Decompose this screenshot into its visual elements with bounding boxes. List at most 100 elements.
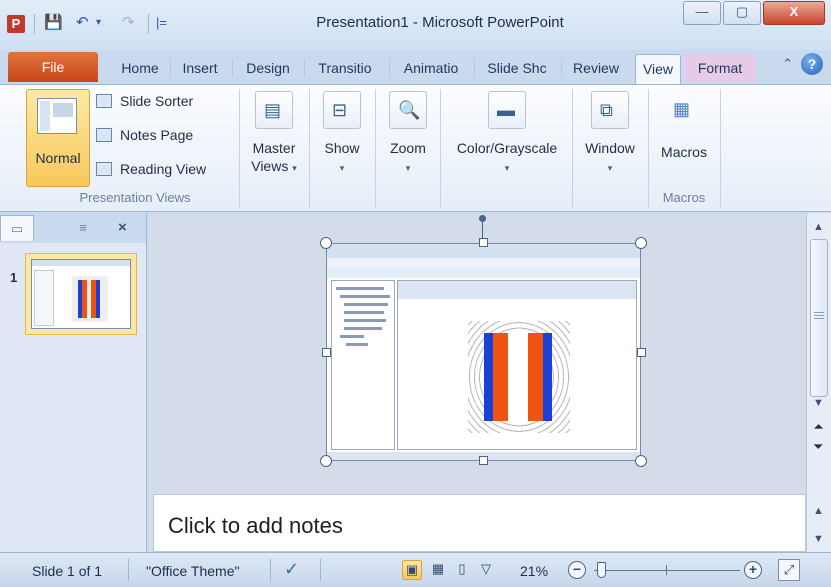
tab-transitions[interactable]: Transitio bbox=[308, 54, 382, 82]
fit-to-window-icon[interactable]: ⤢ bbox=[778, 559, 800, 581]
resize-handle[interactable] bbox=[320, 455, 332, 467]
status-separator bbox=[320, 559, 321, 581]
reading-view-icon bbox=[96, 162, 112, 176]
slide-count: Slide 1 of 1 bbox=[32, 563, 103, 579]
resize-handle[interactable] bbox=[479, 456, 488, 465]
master-views-icon: ▤ bbox=[255, 91, 293, 129]
reading-view-button[interactable]: Reading View bbox=[96, 161, 206, 183]
slide-show-icon[interactable]: ▽ bbox=[476, 560, 496, 580]
show-button[interactable]: ⊟ Show ▾ bbox=[314, 89, 370, 187]
notes-page-icon bbox=[96, 128, 112, 142]
tab-separator bbox=[232, 59, 233, 77]
show-icon: ⊟ bbox=[323, 91, 361, 129]
maximize-button[interactable]: ▢ bbox=[723, 1, 761, 25]
notes-scroll-up-icon[interactable]: ▲ bbox=[813, 505, 824, 517]
outline-tab-icon[interactable]: ≡ bbox=[66, 215, 100, 241]
master-views-button[interactable]: ▤ Master Views ▾ bbox=[244, 89, 304, 187]
slides-panel: ▭ ≡ × 1 bbox=[0, 213, 147, 552]
theme-name[interactable]: "Office Theme" bbox=[146, 563, 239, 579]
qat-separator bbox=[148, 14, 149, 34]
slide-picture[interactable] bbox=[326, 243, 641, 461]
tab-review[interactable]: Review bbox=[565, 54, 627, 82]
plot-bar-orange bbox=[528, 333, 543, 421]
customize-qat-icon[interactable]: |= bbox=[156, 15, 167, 30]
slide-editing-area[interactable] bbox=[148, 213, 806, 490]
tab-animations[interactable]: Animatio bbox=[393, 54, 469, 82]
reading-view-label: Reading View bbox=[120, 161, 207, 177]
zoom-in-button[interactable]: + bbox=[744, 561, 762, 579]
field-plot bbox=[468, 321, 570, 433]
resize-handle[interactable] bbox=[635, 237, 647, 249]
notes-page-button[interactable]: Notes Page bbox=[96, 127, 193, 149]
vertical-scrollbar[interactable]: ▲ ▼ ⏶ ⏷ ▲ ▼ bbox=[806, 213, 831, 552]
tab-insert[interactable]: Insert bbox=[173, 54, 227, 82]
powerpoint-icon[interactable]: P bbox=[7, 15, 25, 33]
normal-view-icon[interactable]: ▣ bbox=[402, 560, 422, 580]
resize-handle[interactable] bbox=[635, 455, 647, 467]
slide-sorter-button[interactable]: Slide Sorter bbox=[96, 93, 193, 115]
zoom-slider-thumb[interactable] bbox=[597, 562, 606, 578]
plot-bar-white bbox=[508, 333, 518, 421]
group-separator bbox=[440, 89, 441, 209]
status-bar: Slide 1 of 1 "Office Theme" ✓ ▣ ▦ ▯ ▽ 21… bbox=[0, 552, 831, 587]
tab-file[interactable]: File bbox=[8, 52, 98, 82]
window-button[interactable]: ⧉ Window ▾ bbox=[576, 89, 644, 187]
macros-icon: ▦ bbox=[673, 99, 691, 119]
tab-slide-show[interactable]: Slide Shc bbox=[478, 54, 556, 82]
plot-bar-white bbox=[518, 333, 528, 421]
save-icon[interactable]: 💾 bbox=[44, 13, 63, 31]
scroll-up-icon[interactable]: ▲ bbox=[813, 221, 824, 233]
slide-number: 1 bbox=[10, 270, 18, 285]
slide-thumbnail-image bbox=[31, 259, 131, 329]
notes-box[interactable]: Click to add notes bbox=[153, 494, 806, 552]
close-button[interactable]: X bbox=[763, 1, 825, 25]
tab-view[interactable]: View bbox=[635, 54, 681, 85]
tab-separator bbox=[170, 59, 171, 77]
group-separator bbox=[572, 89, 573, 209]
tab-design[interactable]: Design bbox=[237, 54, 299, 82]
tab-separator bbox=[304, 59, 305, 77]
notes-page-label: Notes Page bbox=[120, 127, 194, 143]
scroll-thumb[interactable] bbox=[810, 239, 828, 397]
zoom-slider-track[interactable] bbox=[594, 570, 740, 571]
spell-check-icon[interactable]: ✓ bbox=[284, 559, 299, 580]
color-grayscale-label: Color/Grayscale ▾ bbox=[456, 140, 558, 173]
next-slide-icon[interactable]: ⏷ bbox=[814, 441, 823, 454]
slide-thumbnail[interactable] bbox=[25, 253, 137, 335]
show-label: Show ▾ bbox=[324, 140, 360, 173]
resize-handle[interactable] bbox=[322, 348, 331, 357]
slide-sorter-view-icon[interactable]: ▦ bbox=[428, 560, 448, 580]
resize-handle[interactable] bbox=[637, 348, 646, 357]
slide-sorter-icon bbox=[96, 94, 112, 108]
tab-separator bbox=[389, 59, 390, 77]
resize-handle[interactable] bbox=[320, 237, 332, 249]
group-separator bbox=[239, 89, 240, 209]
ribbon-tabs: File Home Insert Design Transitio Animat… bbox=[0, 50, 831, 85]
slides-tab-icon[interactable]: ▭ bbox=[0, 215, 34, 241]
slides-panel-tabs: ▭ ≡ × bbox=[0, 213, 146, 243]
color-grayscale-icon: ▬ bbox=[488, 91, 526, 129]
help-icon[interactable]: ? bbox=[801, 53, 823, 75]
zoom-button[interactable]: 🔍 Zoom ▾ bbox=[380, 89, 436, 187]
master-views-label: Master Views ▾ bbox=[251, 140, 297, 174]
zoom-out-button[interactable]: − bbox=[568, 561, 586, 579]
previous-slide-icon[interactable]: ⏶ bbox=[814, 421, 823, 434]
macros-button[interactable]: ▦ Macros bbox=[652, 89, 716, 187]
window-icon: ⧉ bbox=[591, 91, 629, 129]
zoom-level[interactable]: 21% bbox=[520, 563, 548, 579]
tab-home[interactable]: Home bbox=[113, 54, 167, 82]
redo-icon[interactable]: ↷ bbox=[122, 13, 135, 31]
resize-handle[interactable] bbox=[479, 238, 488, 247]
scroll-down-icon[interactable]: ▼ bbox=[813, 397, 824, 409]
reading-view-icon[interactable]: ▯ bbox=[452, 560, 472, 580]
normal-view-button[interactable]: Normal bbox=[26, 89, 90, 187]
notes-scroll-down-icon[interactable]: ▼ bbox=[813, 533, 824, 545]
color-grayscale-button[interactable]: ▬ Color/Grayscale ▾ bbox=[444, 89, 570, 187]
minimize-button[interactable]: — bbox=[683, 1, 721, 25]
close-panel-icon[interactable]: × bbox=[118, 219, 127, 236]
embedded-document bbox=[397, 280, 637, 450]
minimize-ribbon-icon[interactable]: ⌃ bbox=[782, 56, 793, 72]
undo-icon[interactable]: ↶ bbox=[76, 13, 89, 31]
tab-format[interactable]: Format bbox=[684, 54, 756, 82]
undo-dropdown-icon[interactable]: ▾ bbox=[96, 17, 101, 28]
